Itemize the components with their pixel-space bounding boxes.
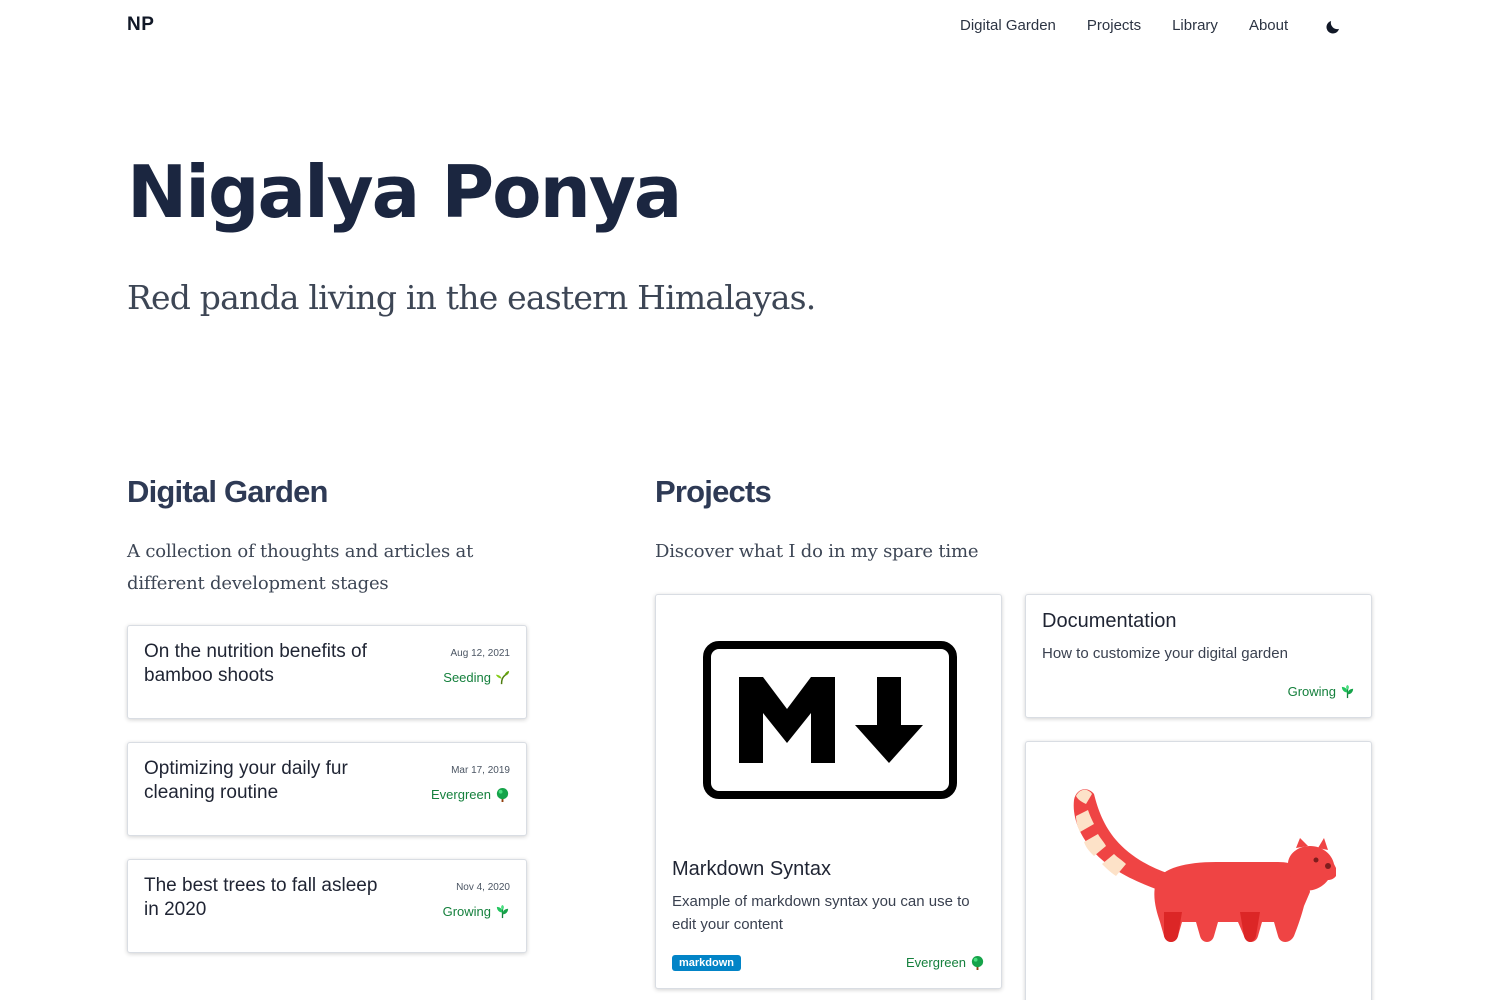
garden-card-date: Aug 12, 2021 [450, 648, 511, 659]
stage-label: Evergreen [906, 955, 966, 970]
garden-card-title: Optimizing your daily fur cleaning routi… [144, 758, 348, 803]
garden-card-date: Nov 4, 2020 [456, 882, 510, 893]
project-card-stage: Growing [1288, 684, 1355, 699]
projects-description: Discover what I do in my spare time [655, 541, 979, 562]
nav-link-digital-garden[interactable]: Digital Garden [960, 17, 1056, 34]
stage-label: Growing [442, 904, 491, 919]
garden-card[interactable]: On the nutrition benefits of bamboo shoo… [127, 625, 527, 719]
tag-markdown[interactable]: markdown [672, 955, 742, 971]
stage-label: Evergreen [431, 787, 491, 802]
project-card-title: Documentation [1042, 610, 1177, 632]
project-card-description: Example of markdown syntax you can use t… [672, 893, 970, 933]
stage-label: Seeding [443, 670, 491, 685]
digital-garden-description: A collection of thoughts and articles at… [127, 541, 474, 594]
seedling-icon [495, 670, 510, 685]
projects-heading: Projects [655, 474, 772, 509]
project-card-markdown[interactable]: Markdown Syntax Example of markdown synt… [655, 594, 1002, 989]
moon-icon[interactable] [1324, 18, 1342, 36]
project-card-title: Markdown Syntax [672, 858, 831, 880]
garden-card[interactable]: The best trees to fall asleep in 2020 No… [127, 859, 527, 953]
project-card-red-panda[interactable] [1025, 741, 1372, 1000]
red-panda-icon [1066, 782, 1338, 957]
garden-card-stage: Growing [443, 904, 510, 919]
herb-icon [495, 904, 510, 919]
garden-card-title: On the nutrition benefits of bamboo shoo… [144, 641, 367, 686]
hero-subtitle: Red panda living in the eastern Himalaya… [127, 278, 816, 317]
markdown-logo-icon [703, 641, 957, 804]
nav-link-projects[interactable]: Projects [1087, 17, 1141, 34]
garden-card[interactable]: Optimizing your daily fur cleaning routi… [127, 742, 527, 836]
site-logo[interactable]: NP [127, 14, 154, 36]
main-nav: Digital Garden Projects Library About [960, 15, 1342, 36]
hero-title: Nigalya Ponya [127, 150, 682, 234]
garden-card-title: The best trees to fall asleep in 2020 [144, 875, 378, 920]
garden-card-stage: Evergreen [431, 787, 510, 802]
tree-icon [970, 955, 985, 970]
nav-link-about[interactable]: About [1249, 17, 1288, 34]
tree-icon [495, 787, 510, 802]
stage-label: Growing [1287, 684, 1336, 699]
garden-card-date: Mar 17, 2019 [451, 765, 510, 776]
nav-link-library[interactable]: Library [1172, 17, 1218, 34]
project-card-description: How to customize your digital garden [1042, 645, 1288, 662]
garden-card-stage: Seeding [443, 670, 510, 685]
project-card-stage: Evergreen [906, 955, 985, 970]
herb-icon [1340, 684, 1355, 699]
project-card-documentation[interactable]: Documentation How to customize your digi… [1025, 594, 1372, 718]
digital-garden-heading: Digital Garden [127, 474, 328, 509]
